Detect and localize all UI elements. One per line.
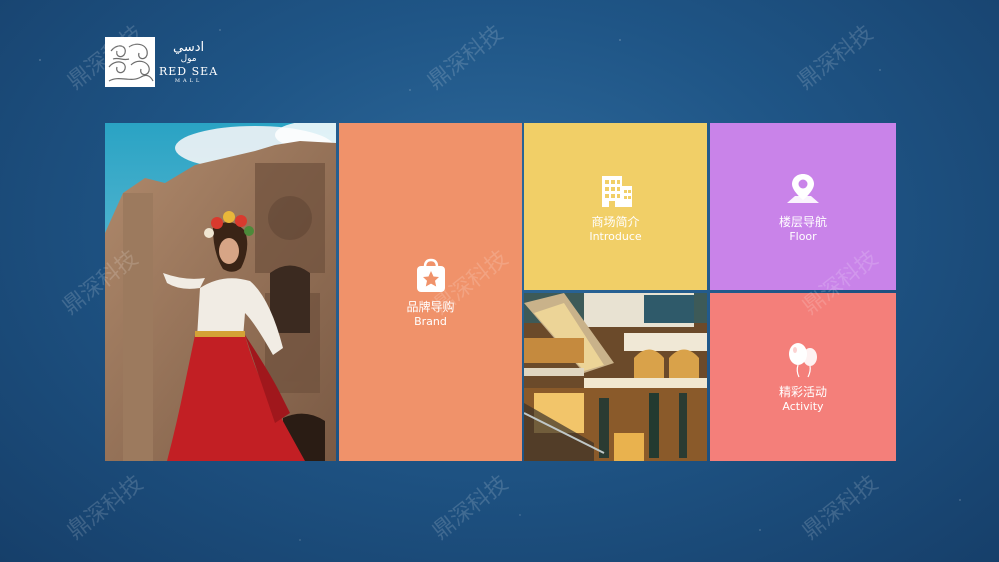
introduce-label-cn: 商场简介 [591, 214, 640, 229]
brand-label-cn: 品牌导购 [406, 300, 455, 314]
logo-name: RED SEA [159, 64, 219, 78]
activity-label-en: Activity [782, 400, 824, 413]
floor-label-cn: 楼层导航 [778, 214, 827, 229]
floor-tile[interactable]: 楼层导航 Floor [710, 123, 896, 290]
brand-label-en: Brand [414, 315, 447, 328]
map-pin-icon [783, 170, 823, 210]
logo-arabic-name: ادسي [173, 39, 205, 55]
logo-arabic-sub: مول [180, 53, 197, 64]
mall-photo-tile [524, 293, 707, 461]
shopping-bag-star-icon [411, 255, 451, 295]
building-icon [596, 170, 636, 210]
activity-label-cn: 精彩活动 [778, 385, 827, 399]
wave-logo-mark [105, 37, 155, 87]
watermark: 鼎深科技 [423, 21, 508, 95]
activity-tile[interactable]: 精彩活动 Activity [710, 293, 896, 461]
logo-mall: MALL [174, 77, 203, 84]
brand-tile[interactable]: 品牌导购 Brand [339, 123, 522, 461]
mall-interior-atrium-image [524, 293, 707, 461]
watermark: 鼎深科技 [63, 471, 148, 545]
woman-red-skirt-historic-facade-image [105, 123, 336, 461]
red-sea-mall-logo: ادسي مول RED SEA MALL [105, 37, 218, 87]
introduce-label-en: Introduce [589, 229, 642, 243]
watermark: 鼎深科技 [793, 21, 878, 95]
watermark: 鼎深科技 [798, 471, 883, 545]
watermark: 鼎深科技 [428, 471, 513, 545]
promo-photo-tile [105, 123, 336, 461]
introduce-tile[interactable]: 商场简介 Introduce [524, 123, 707, 290]
balloons-icon [783, 340, 823, 380]
floor-label-en: Floor [789, 229, 817, 243]
